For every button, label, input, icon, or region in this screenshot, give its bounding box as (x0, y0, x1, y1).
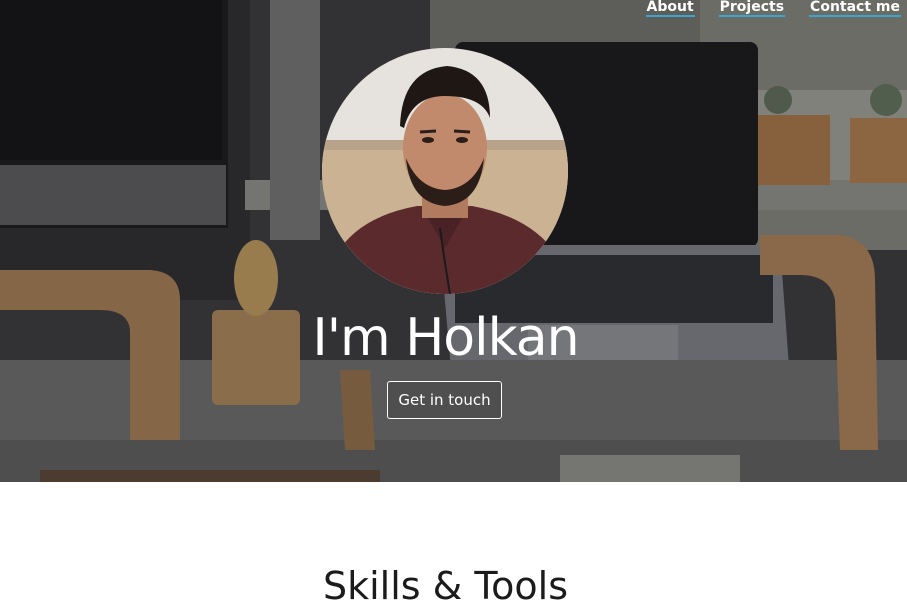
get-in-touch-button[interactable]: Get in touch (387, 381, 502, 419)
nav-contact-link[interactable]: Contact me (809, 0, 901, 17)
avatar (322, 48, 568, 294)
nav-about-link[interactable]: About (645, 0, 695, 17)
nav-projects-link[interactable]: Projects (718, 0, 786, 17)
profile-photo-icon (322, 48, 568, 294)
skills-heading: Skills & Tools (323, 564, 568, 608)
hero-title: I'm Holkan (312, 308, 579, 368)
hero-section: About Projects Contact me I'm Holkan Get… (0, 0, 907, 482)
top-nav: About Projects Contact me (645, 0, 901, 20)
